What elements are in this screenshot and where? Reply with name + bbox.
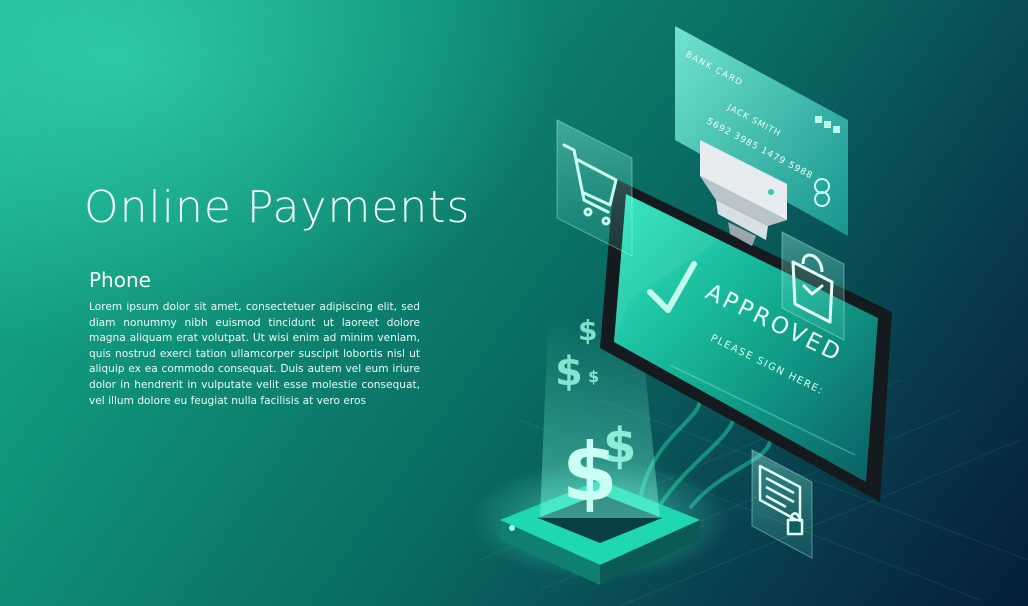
secure-document-panel [751, 449, 813, 559]
shopping-cart-panel [556, 119, 633, 257]
svg-text:$: $ [603, 418, 636, 474]
svg-text:$: $ [578, 314, 597, 347]
payment-illustration: $ $ $ $ $ APPROVED PLEASE SIGN HERE: BAN… [470, 26, 1028, 606]
svg-text:$: $ [555, 349, 583, 395]
svg-text:$: $ [588, 367, 599, 386]
